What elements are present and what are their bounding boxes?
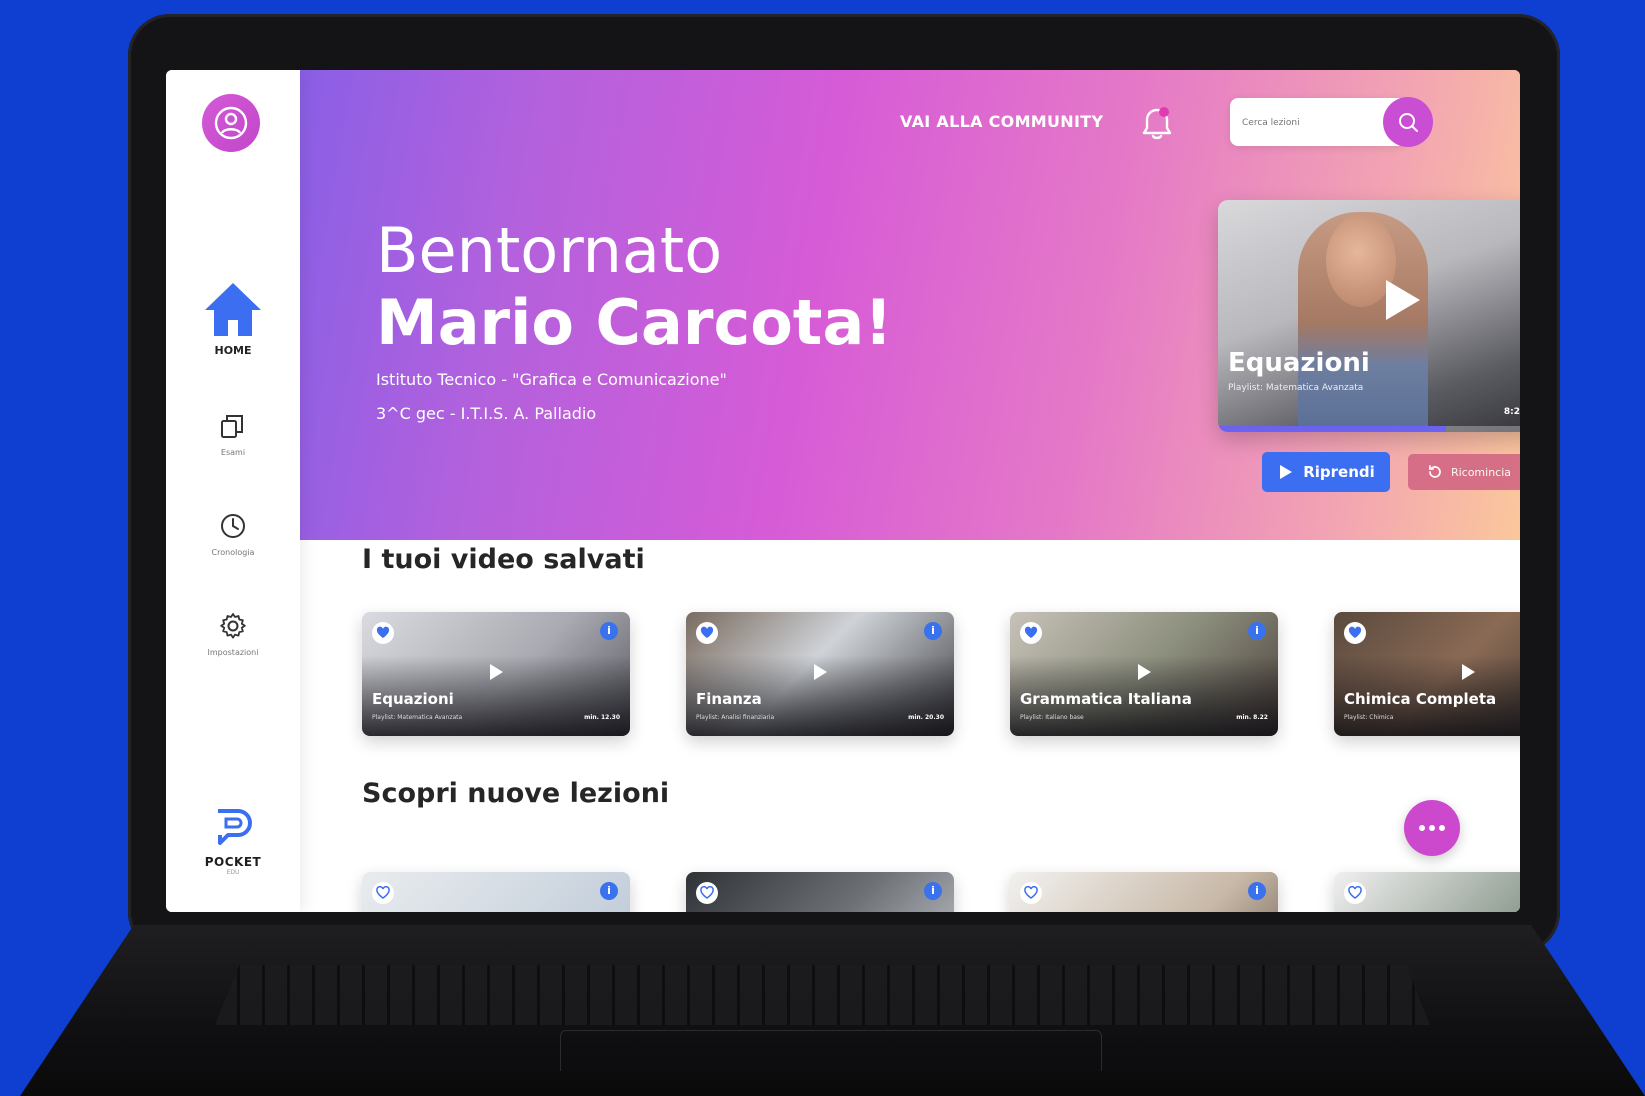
saved-videos-row: i Equazioni Playlist: Matematica Avanzat… bbox=[362, 612, 1520, 736]
video-card[interactable]: i bbox=[1010, 872, 1278, 912]
school-name: Istituto Tecnico - "Grafica e Comunicazi… bbox=[376, 370, 727, 389]
video-title: Finanza bbox=[696, 690, 762, 708]
heart-outline-icon[interactable] bbox=[372, 882, 394, 904]
welcome-heading: Bentornato Mario Carcota! bbox=[376, 215, 893, 359]
dot bbox=[1419, 825, 1425, 831]
info-icon[interactable]: i bbox=[600, 622, 618, 640]
gear-icon bbox=[220, 613, 246, 639]
community-link[interactable]: VAI ALLA COMMUNITY bbox=[900, 112, 1103, 131]
restart-label: Ricomincia bbox=[1450, 465, 1512, 479]
video-duration: min. 12.30 bbox=[584, 714, 620, 721]
heart-icon[interactable] bbox=[1020, 622, 1042, 644]
chat-button[interactable] bbox=[1404, 800, 1460, 856]
video-title: Chimica Completa bbox=[1344, 690, 1497, 708]
sidebar-item-home[interactable]: HOME bbox=[166, 280, 300, 357]
heart-icon[interactable] bbox=[372, 622, 394, 644]
app-screen: VAI ALLA COMMUNITY Bentornato Mario Carc… bbox=[166, 70, 1520, 912]
sidebar-item-label: Esami bbox=[220, 448, 246, 457]
info-icon[interactable]: i bbox=[924, 882, 942, 900]
video-duration: min. 20.30 bbox=[908, 714, 944, 721]
info-icon[interactable]: i bbox=[1248, 622, 1266, 640]
play-icon[interactable] bbox=[1138, 664, 1151, 680]
restart-button[interactable]: Ricomincia bbox=[1408, 454, 1520, 490]
video-playlist: Playlist: Chimica bbox=[1344, 714, 1394, 721]
user-icon bbox=[214, 106, 248, 140]
play-icon[interactable] bbox=[1386, 280, 1420, 320]
featured-progress-bar[interactable] bbox=[1218, 426, 1520, 432]
sidebar-item-settings[interactable]: Impostazioni bbox=[166, 610, 300, 657]
video-playlist: Playlist: Italiano base bbox=[1020, 714, 1084, 721]
saved-videos-title: I tuoi video salvati bbox=[362, 544, 645, 575]
video-title: Grammatica Italiana bbox=[1020, 690, 1192, 708]
video-card[interactable]: i Grammatica Italiana Playlist: Italiano… bbox=[1010, 612, 1278, 736]
search-button[interactable] bbox=[1383, 97, 1433, 147]
search-input[interactable] bbox=[1240, 112, 1364, 134]
play-icon bbox=[1280, 465, 1293, 479]
discover-row: i i i bbox=[362, 872, 1520, 912]
video-title: Equazioni bbox=[372, 690, 454, 708]
welcome-user-name: Mario Carcota! bbox=[376, 286, 893, 359]
heart-outline-icon[interactable] bbox=[1344, 882, 1366, 904]
discover-title: Scopri nuove lezioni bbox=[362, 778, 670, 809]
sidebar-item-label: Impostazioni bbox=[207, 648, 259, 657]
bell-icon[interactable] bbox=[1137, 104, 1177, 148]
play-icon[interactable] bbox=[814, 664, 827, 680]
video-card[interactable]: i Finanza Playlist: Analisi finanziaria … bbox=[686, 612, 954, 736]
search-icon bbox=[1399, 113, 1418, 132]
info-icon[interactable]: i bbox=[600, 882, 618, 900]
school-info: Istituto Tecnico - "Grafica e Comunicazi… bbox=[376, 363, 727, 431]
dot bbox=[1429, 825, 1435, 831]
restart-icon bbox=[1429, 465, 1441, 478]
search-box bbox=[1230, 98, 1406, 146]
pocket-logo-icon bbox=[218, 809, 252, 845]
sidebar-item-history[interactable]: Cronologia bbox=[166, 510, 300, 557]
heart-outline-icon[interactable] bbox=[1020, 882, 1042, 904]
clock-icon bbox=[221, 514, 245, 538]
video-card[interactable] bbox=[1334, 872, 1520, 912]
play-icon[interactable] bbox=[490, 664, 503, 680]
video-card[interactable]: i bbox=[362, 872, 630, 912]
laptop-trackpad bbox=[560, 1030, 1102, 1071]
heart-outline-icon[interactable] bbox=[696, 882, 718, 904]
sidebar-item-exams[interactable]: Esami bbox=[166, 410, 300, 457]
play-icon[interactable] bbox=[1462, 664, 1475, 680]
hero-banner: VAI ALLA COMMUNITY Bentornato Mario Carc… bbox=[300, 70, 1520, 540]
video-card[interactable]: i bbox=[686, 872, 954, 912]
sidebar: HOME Esami Cronologia Impostazioni POCKE… bbox=[166, 70, 300, 912]
brand-sub: EDU bbox=[226, 869, 240, 876]
heart-icon[interactable] bbox=[1344, 622, 1366, 644]
video-card[interactable]: i Equazioni Playlist: Matematica Avanzat… bbox=[362, 612, 630, 736]
info-icon[interactable]: i bbox=[924, 622, 942, 640]
sidebar-item-label: HOME bbox=[214, 344, 252, 357]
video-playlist: Playlist: Matematica Avanzata bbox=[372, 714, 463, 721]
progress-fill bbox=[1218, 426, 1446, 432]
video-duration: min. 8.22 bbox=[1236, 714, 1268, 721]
class-name: 3^C gec - I.T.I.S. A. Palladio bbox=[376, 404, 597, 423]
video-card[interactable]: Chimica Completa Playlist: Chimica bbox=[1334, 612, 1520, 736]
profile-avatar[interactable] bbox=[202, 94, 260, 152]
resume-label: Riprendi bbox=[1303, 463, 1375, 481]
brand-logo: POCKET EDU bbox=[166, 805, 300, 876]
copy-icon bbox=[221, 415, 243, 438]
featured-time: 8:29/12.30 bbox=[1503, 407, 1520, 417]
brand-name: POCKET bbox=[204, 855, 262, 869]
featured-video-card[interactable]: i Equazioni Playlist: Matematica Avanzat… bbox=[1218, 200, 1520, 432]
featured-title: Equazioni bbox=[1228, 348, 1370, 378]
laptop-keyboard bbox=[215, 965, 1430, 1025]
welcome-line-1: Bentornato bbox=[376, 214, 723, 287]
heart-icon[interactable] bbox=[696, 622, 718, 644]
info-icon[interactable]: i bbox=[1248, 882, 1266, 900]
resume-button[interactable]: Riprendi bbox=[1262, 452, 1390, 492]
sidebar-item-label: Cronologia bbox=[211, 548, 255, 557]
featured-playlist: Playlist: Matematica Avanzata bbox=[1228, 383, 1364, 393]
home-icon bbox=[205, 283, 261, 336]
dot bbox=[1439, 825, 1445, 831]
video-playlist: Playlist: Analisi finanziaria bbox=[696, 714, 775, 721]
